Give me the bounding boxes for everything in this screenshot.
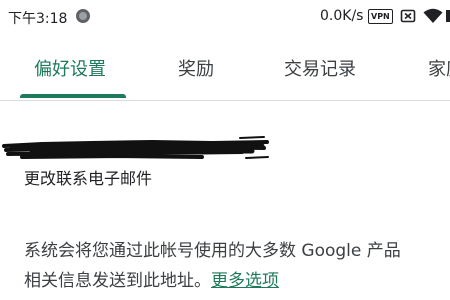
status-bar: 下午3:18 0.0K/s VPN — [0, 0, 450, 34]
redacted-email — [2, 136, 269, 159]
tab-transactions[interactable]: 交易记录 — [284, 55, 356, 81]
description-text: 系统会将您通过此帐号使用的大多数 Google 产品 — [24, 241, 401, 261]
sim-slot-icon — [400, 8, 416, 28]
battery-icon — [446, 8, 450, 28]
tab-family[interactable]: 家庭 — [428, 55, 450, 81]
more-options-link[interactable]: 更多选项 — [211, 271, 279, 291]
tab-preferences[interactable]: 偏好设置 — [34, 55, 106, 81]
change-email-link[interactable]: 更改联系电子邮件 — [24, 165, 152, 189]
wifi-icon — [423, 8, 443, 28]
tab-bar: 偏好设置 奖励 交易记录 家庭 — [0, 34, 450, 101]
description-text-tail: 相关信息发送到此地址。 — [24, 271, 211, 291]
vpn-badge-icon: VPN — [368, 9, 393, 24]
status-time: 下午3:18 — [8, 11, 68, 27]
active-tab-indicator — [20, 94, 126, 98]
description-text-continued: 相关信息发送到此地址。更多选项 — [24, 266, 279, 291]
tab-rewards[interactable]: 奖励 — [178, 55, 214, 81]
record-indicator-icon — [76, 9, 90, 23]
network-speed: 0.0K/s — [320, 8, 364, 24]
